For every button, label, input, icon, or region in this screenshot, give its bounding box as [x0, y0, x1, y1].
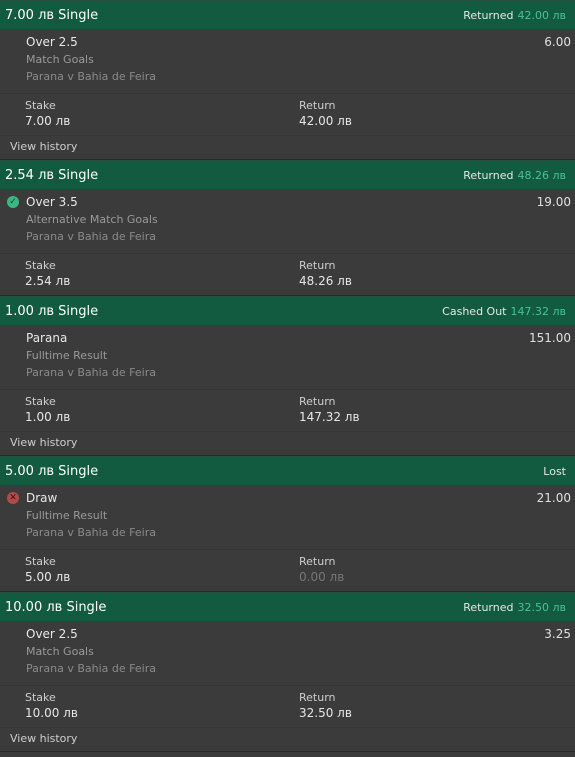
return-column: Return 42.00 лв — [299, 99, 352, 129]
stake-value: 2.54 лв — [25, 274, 71, 288]
bet-title: 5.00 лв Single — [5, 463, 99, 479]
return-label: Return — [299, 99, 336, 112]
stake-return-row: Stake 10.00 лв Return 32.50 лв — [0, 686, 575, 727]
bet-status-amount: 147.32 лв — [510, 304, 567, 318]
return-value: 48.26 лв — [299, 274, 352, 288]
bet-card: 1.00 лв Single Cashed Out 147.32 лв Paran… — [0, 296, 575, 456]
stake-label: Stake — [25, 395, 56, 408]
stake-column: Stake 5.00 лв — [25, 555, 299, 585]
bet-title: 7.00 лв Single — [5, 7, 99, 23]
view-history-link[interactable]: View history — [0, 135, 575, 159]
bet-history-list: 7.00 лв Single Returned 42.00 лв Over 2.5… — [0, 0, 575, 752]
bet-status-amount: 32.50 лв — [517, 600, 566, 614]
stake-value: 5.00 лв — [25, 570, 71, 584]
bet-card: 7.00 лв Single Returned 42.00 лв Over 2.5… — [0, 0, 575, 160]
selection: ✕ Draw 21.00 Fulltime Result Parana v Ba… — [0, 485, 575, 550]
return-label: Return — [299, 555, 336, 568]
selection: ✓ Over 3.5 19.00 Alternative Match Goals… — [0, 189, 575, 254]
selection-odds: 21.00 — [536, 491, 571, 505]
view-history-link[interactable]: View history — [0, 727, 575, 751]
bet-title: 2.54 лв Single — [5, 167, 99, 183]
stake-label: Stake — [25, 259, 56, 272]
bet-header[interactable]: 1.00 лв Single Cashed Out 147.32 лв — [0, 296, 575, 325]
bet-status: Lost — [543, 465, 566, 478]
return-column: Return 0.00 лв — [299, 555, 344, 585]
bet-status-label: Returned — [463, 600, 514, 614]
bet-status-amount: 42.00 лв — [517, 8, 566, 22]
bet-status-label: Cashed Out — [442, 304, 507, 318]
check-circle-icon: ✓ — [7, 196, 19, 208]
selection-odds: 19.00 — [536, 195, 571, 209]
bet-header[interactable]: 5.00 лв Single Lost — [0, 456, 575, 485]
selection-market: Alternative Match Goals — [26, 213, 158, 226]
return-column: Return 147.32 лв — [299, 395, 360, 425]
bet-status: Returned 32.50 лв — [463, 601, 566, 614]
stake-column: Stake 1.00 лв — [25, 395, 299, 425]
bet-card: 10.00 лв Single Returned 32.50 лв Over 2.… — [0, 592, 575, 752]
bet-header[interactable]: 10.00 лв Single Returned 32.50 лв — [0, 592, 575, 621]
return-column: Return 32.50 лв — [299, 691, 352, 721]
stake-return-row: Stake 5.00 лв Return 0.00 лв — [0, 550, 575, 591]
return-label: Return — [299, 395, 336, 408]
stake-return-row: Stake 2.54 лв Return 48.26 лв — [0, 254, 575, 295]
stake-label: Stake — [25, 99, 56, 112]
bet-status-label: Returned — [463, 8, 514, 22]
selection-event: Parana v Bahia de Feira — [26, 70, 156, 83]
return-label: Return — [299, 259, 336, 272]
selection-event: Parana v Bahia de Feira — [26, 662, 156, 675]
selection-event: Parana v Bahia de Feira — [26, 526, 156, 539]
return-value: 32.50 лв — [299, 706, 352, 720]
return-value: 42.00 лв — [299, 114, 352, 128]
stake-value: 10.00 лв — [25, 706, 78, 720]
stake-return-row: Stake 1.00 лв Return 147.32 лв — [0, 390, 575, 431]
selection-odds: 151.00 — [529, 331, 571, 345]
bet-status: Returned 42.00 лв — [463, 9, 566, 22]
bet-header[interactable]: 2.54 лв Single Returned 48.26 лв — [0, 160, 575, 189]
stake-return-row: Stake 7.00 лв Return 42.00 лв — [0, 94, 575, 135]
selection: Over 2.5 6.00 Match Goals Parana v Bahia… — [0, 29, 575, 94]
stake-label: Stake — [25, 555, 56, 568]
stake-column: Stake 10.00 лв — [25, 691, 299, 721]
stake-column: Stake 2.54 лв — [25, 259, 299, 289]
stake-label: Stake — [25, 691, 56, 704]
selection: Over 2.5 3.25 Match Goals Parana v Bahia… — [0, 621, 575, 686]
bet-status: Cashed Out 147.32 лв — [442, 305, 566, 318]
bet-title: 1.00 лв Single — [5, 303, 99, 319]
bet-status: Returned 48.26 лв — [463, 169, 566, 182]
selection-name: Over 3.5 — [26, 195, 78, 209]
bet-status-label: Lost — [543, 464, 566, 478]
selection-odds: 6.00 — [544, 35, 571, 49]
return-column: Return 48.26 лв — [299, 259, 352, 289]
view-history-link[interactable]: View history — [0, 431, 575, 455]
bet-card: 5.00 лв Single Lost ✕ Draw 21.00 Fulltim… — [0, 456, 575, 592]
selection-event: Parana v Bahia de Feira — [26, 366, 156, 379]
bet-status-amount: 48.26 лв — [517, 168, 566, 182]
selection-odds: 3.25 — [544, 627, 571, 641]
selection-name: Draw — [26, 491, 58, 505]
bet-header[interactable]: 7.00 лв Single Returned 42.00 лв — [0, 0, 575, 29]
bet-card: 2.54 лв Single Returned 48.26 лв ✓ Over 3… — [0, 160, 575, 296]
selection-market: Match Goals — [26, 53, 94, 66]
selection: Parana 151.00 Fulltime Result Parana v B… — [0, 325, 575, 390]
stake-column: Stake 7.00 лв — [25, 99, 299, 129]
bet-title: 10.00 лв Single — [5, 599, 107, 615]
selection-market: Match Goals — [26, 645, 94, 658]
selection-market: Fulltime Result — [26, 349, 108, 362]
stake-value: 7.00 лв — [25, 114, 71, 128]
stake-value: 1.00 лв — [25, 410, 71, 424]
selection-name: Parana — [26, 331, 68, 345]
return-value: 147.32 лв — [299, 410, 360, 424]
selection-market: Fulltime Result — [26, 509, 108, 522]
return-value: 0.00 лв — [299, 570, 345, 584]
return-label: Return — [299, 691, 336, 704]
bet-status-label: Returned — [463, 168, 514, 182]
selection-event: Parana v Bahia de Feira — [26, 230, 156, 243]
selection-name: Over 2.5 — [26, 627, 78, 641]
selection-name: Over 2.5 — [26, 35, 78, 49]
x-circle-icon: ✕ — [7, 492, 19, 504]
